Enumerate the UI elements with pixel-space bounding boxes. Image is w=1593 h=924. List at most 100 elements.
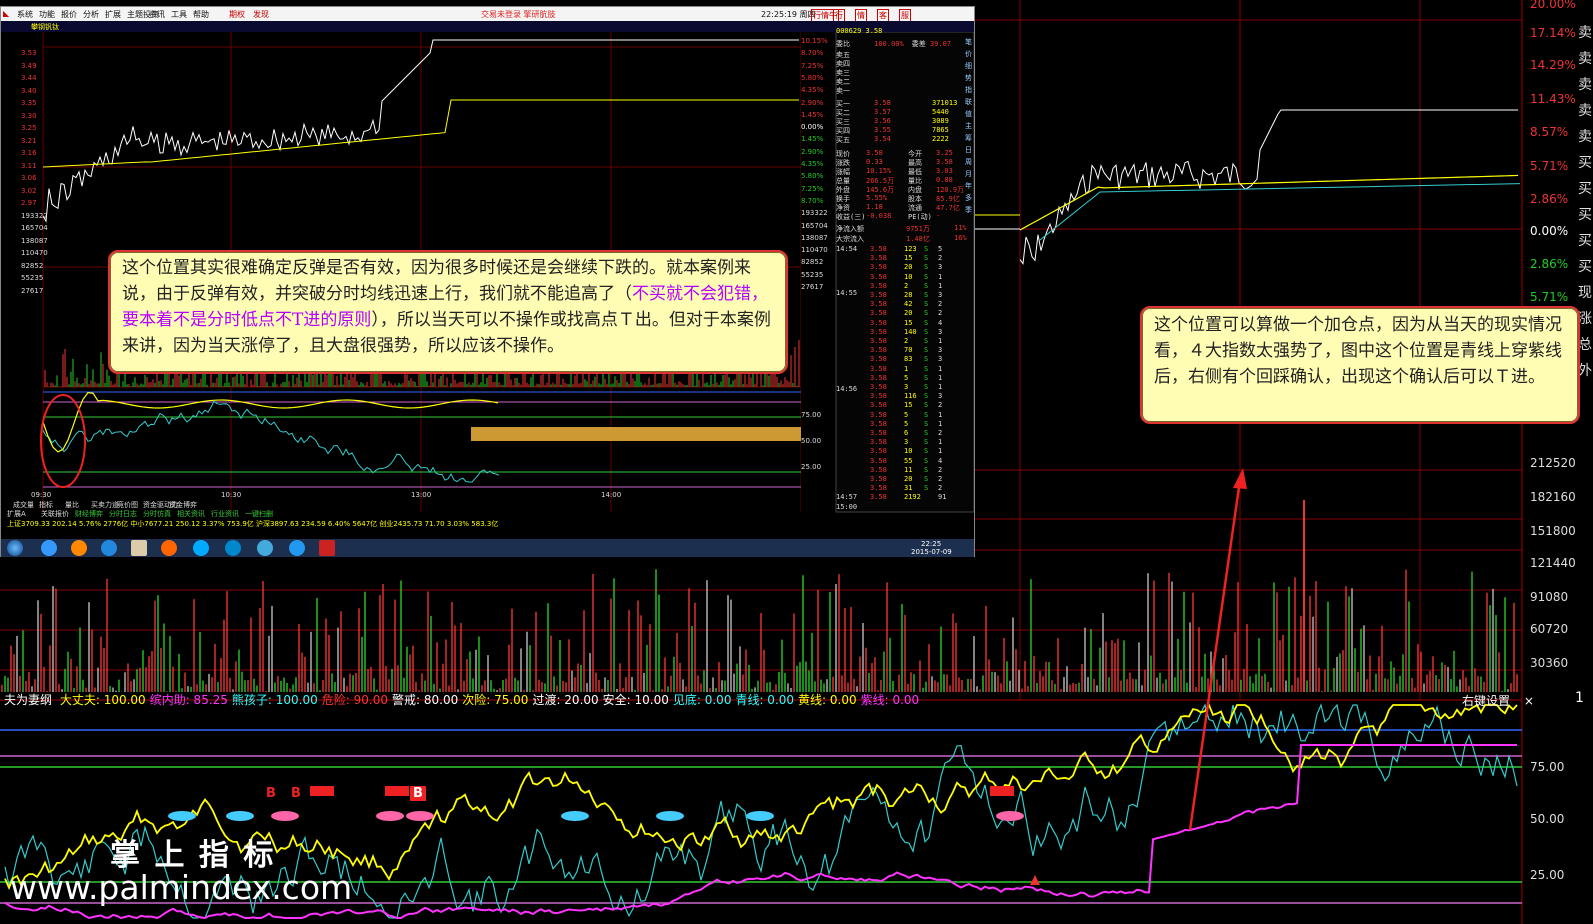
- oscillator-value: 黄线: 0.00: [798, 693, 857, 707]
- side-tab[interactable]: 卖: [1577, 72, 1593, 98]
- quote-side-tab[interactable]: 多: [965, 193, 972, 203]
- inset-pct-label: 5.80%: [801, 172, 824, 181]
- inset-time-label: 09:30: [31, 491, 52, 499]
- quote-side-tab[interactable]: 月: [965, 169, 972, 179]
- watermark-url: www.palmindex.com: [10, 868, 353, 907]
- side-tab[interactable]: 卖: [1577, 46, 1593, 72]
- quote-sell-row: 卖一: [836, 87, 850, 95]
- app-logo-icon: ◣: [3, 9, 10, 18]
- menu-item[interactable]: 报价: [61, 9, 77, 20]
- app-icon[interactable]: [161, 540, 177, 556]
- side-tab[interactable]: 买: [1577, 228, 1593, 254]
- side-tab[interactable]: 卖: [1577, 98, 1593, 124]
- side-tab[interactable]: 买: [1577, 150, 1593, 176]
- menu-item[interactable]: 帮助: [193, 9, 209, 20]
- inset-y-label: 27617: [21, 286, 44, 295]
- close-icon[interactable]: ×: [1524, 694, 1534, 708]
- signal-blob: [226, 811, 254, 821]
- inset-y-label: 193322: [21, 211, 48, 220]
- side-tab[interactable]: 卖: [1577, 124, 1593, 150]
- price-axis-label: 17.14%: [1530, 26, 1576, 40]
- quote-stat-row: 收益(三) -0.038 PE(动) -: [836, 212, 941, 221]
- quote-side-tab[interactable]: 年: [965, 181, 972, 191]
- inset-osc-label: 75.00: [801, 411, 822, 419]
- menu-item[interactable]: 功能: [39, 9, 55, 20]
- inset-cyan-line: [42, 400, 500, 483]
- quote-side-tab[interactable]: 日: [965, 145, 972, 155]
- quote-side-tab[interactable]: 主: [965, 121, 972, 131]
- quote-side-tab[interactable]: 细: [965, 61, 972, 71]
- quote-side-tab[interactable]: 季: [965, 205, 972, 215]
- inset-pct-label: 10.15%: [801, 37, 828, 45]
- menu-item[interactable]: 资讯: [149, 9, 165, 20]
- s-icon[interactable]: [193, 540, 209, 556]
- side-tab[interactable]: 买: [1577, 202, 1593, 228]
- arrow-icon[interactable]: [289, 540, 305, 556]
- oscillator-value: 安全: 10.00: [602, 693, 669, 707]
- k-icon[interactable]: [101, 540, 117, 556]
- browser-icon[interactable]: [225, 540, 241, 556]
- oscillator-value: 次险: 75.00: [462, 693, 529, 707]
- oscillator-value: 青线: 0.00: [735, 693, 795, 707]
- menu-item[interactable]: 扩展: [105, 9, 121, 20]
- quote-side-tab[interactable]: 值: [965, 109, 972, 119]
- side-tab[interactable]: 买: [1577, 254, 1593, 280]
- quote-side-tab[interactable]: 笔: [965, 37, 972, 47]
- inset-time: 22:25:19 周四: [761, 10, 816, 19]
- ie-icon[interactable]: [41, 540, 57, 556]
- quote-tick-row: 3.58 3 S 1: [870, 438, 943, 447]
- inset-bottom-tab2[interactable]: 分时仿真: [143, 509, 171, 519]
- inset-title: 交易未登录 擎研肮肢: [481, 10, 556, 19]
- annotation-right-text: 这个位置可以算做一个加仓点，因为从当天的现实情况看，４大指数太强势了，图中这个位…: [1154, 315, 1562, 387]
- inset-bottom-tab2[interactable]: 相关资讯: [177, 509, 205, 519]
- quote-side-tab[interactable]: 势: [965, 73, 972, 83]
- quote-side-tab[interactable]: 指: [965, 85, 972, 95]
- menu-tab[interactable]: 发现: [253, 9, 269, 20]
- inset-bottom-tab2[interactable]: 扩展A: [7, 509, 26, 519]
- inset-y-label: 3.53: [21, 49, 37, 57]
- start-icon[interactable]: [7, 540, 23, 556]
- inset-bottom-tab2[interactable]: 关联报价: [41, 509, 69, 519]
- inset-bottom-tab2[interactable]: 一键扫删: [245, 509, 273, 519]
- quote-tick-row: 3.58 1 S 1: [870, 364, 943, 373]
- oscillator-value: 熊孩子: 100.00: [231, 693, 318, 707]
- side-tab[interactable]: 现: [1577, 280, 1593, 306]
- inset-bottom-tab2[interactable]: 行业资讯: [211, 509, 239, 519]
- quote-stat-row: 外盘 145.6万 内盘 120.9万: [836, 186, 965, 194]
- inset-time-label: 10:30: [221, 491, 242, 499]
- quote-weibi: 委比 100.00% 委差 39.07: [836, 40, 952, 48]
- inset-bottom-tab2[interactable]: 分时日志: [109, 509, 137, 519]
- inset-bottom-tab2[interactable]: 财经博弈: [75, 509, 103, 519]
- quote-tick-row: 3.58 2 S 1: [870, 337, 943, 345]
- quote-tick-row: 3.58 55 S 4: [870, 456, 943, 465]
- quote-tick-row: 3.58 20 S 2: [870, 309, 943, 318]
- side-tab[interactable]: 卖: [1577, 20, 1593, 46]
- inset-osc-label: 50.00: [801, 437, 822, 445]
- side-tab[interactable]: 买: [1577, 176, 1593, 202]
- inset-y-label: 3.44: [21, 74, 37, 82]
- menu-item[interactable]: 工具: [171, 9, 187, 20]
- media-icon[interactable]: [71, 540, 87, 556]
- menu-item[interactable]: 分析: [83, 9, 99, 20]
- quote-side-tab[interactable]: 联: [965, 97, 972, 107]
- quote-sell-row: 卖四: [836, 60, 850, 68]
- menu-tab[interactable]: 期权: [229, 9, 245, 20]
- menu-item[interactable]: 系统: [17, 9, 33, 20]
- volume-axis-label: 30360: [1530, 656, 1569, 670]
- signal-blob: [271, 811, 299, 821]
- cloud-icon[interactable]: [257, 540, 273, 556]
- inset-pct-label: 82852: [801, 258, 824, 267]
- quote-flow-row: 大宗流入 1.48亿 16%: [836, 234, 967, 243]
- quote-side-tab[interactable]: 筹: [965, 133, 972, 143]
- annotation-right: 这个位置可以算做一个加仓点，因为从当天的现实情况看，４大指数太强势了，图中这个位…: [1140, 306, 1580, 424]
- right-click-settings[interactable]: 右键设置 ×: [1462, 692, 1534, 709]
- quote-tick-time: 14:57: [836, 493, 858, 501]
- trading-app-icon[interactable]: [319, 540, 335, 556]
- inset-pct-label: 110470: [801, 246, 828, 255]
- oscillator-axis-label: 50.00: [1530, 812, 1565, 826]
- quote-side-tab[interactable]: 价: [965, 49, 972, 59]
- price-axis-label: 8.57%: [1530, 125, 1569, 139]
- folder-icon[interactable]: [131, 540, 147, 556]
- oscillator-value: 大丈夫: 100.00: [59, 693, 146, 707]
- quote-side-tab[interactable]: 周: [965, 157, 972, 167]
